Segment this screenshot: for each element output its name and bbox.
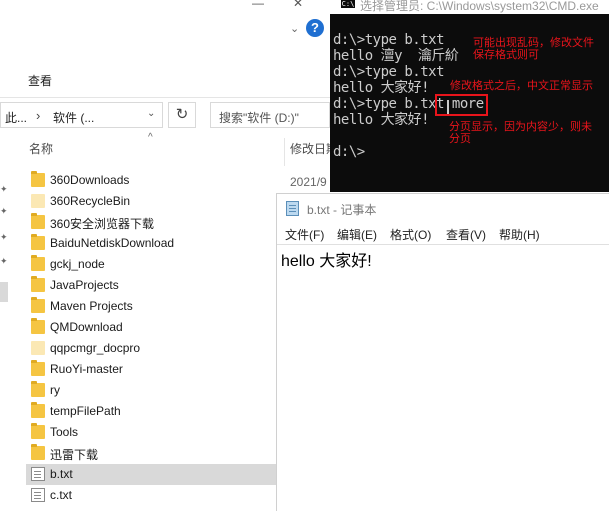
file-list-item[interactable]: ry — [26, 380, 276, 401]
text-file-icon — [31, 467, 45, 481]
modified-date-cell: 2021/9 — [290, 175, 327, 189]
more-highlight-box — [435, 94, 488, 116]
file-name: JavaProjects — [50, 278, 119, 292]
pin-icon[interactable]: ✦ — [0, 232, 8, 243]
close-icon[interactable]: ✕ — [278, 0, 318, 10]
cmd-window-title: 选择管理员: C:\Windows\system32\CMD.exe — [360, 0, 599, 13]
column-header-name[interactable]: 名称 — [29, 140, 53, 164]
folder-icon — [31, 255, 45, 271]
text-cursor — [447, 100, 449, 114]
file-name: qqpcmgr_docpro — [50, 341, 141, 355]
cmd-output-line: d:\>type b.txt — [333, 64, 445, 80]
file-name: gckj_node — [50, 257, 105, 271]
file-name: QMDownload — [50, 320, 123, 334]
file-list-item[interactable]: b.txt — [26, 464, 276, 485]
menu-help[interactable]: 帮助(H) — [499, 226, 540, 243]
file-list-item[interactable]: Maven Projects — [26, 296, 276, 317]
notepad-title-bar[interactable]: b.txt - 记事本 — [277, 194, 609, 222]
notepad-menu-bar: 文件(F) 编辑(E) 格式(O) 查看(V) 帮助(H) — [277, 222, 609, 244]
cmd-title-bar[interactable]: C:\ 选择管理员: C:\Windows\system32\CMD.exe — [330, 0, 609, 14]
pin-icon[interactable]: ✦ — [0, 206, 8, 217]
file-name: 360Downloads — [50, 173, 130, 187]
file-list: 360Downloads 360RecycleBin 360安全浏览器下载 Baidu… — [26, 170, 276, 506]
file-list-item[interactable]: RuoYi-master — [26, 359, 276, 380]
folder-icon — [31, 423, 45, 439]
annotation-encoding-fixed: 修改格式之后，中文正常显示 — [450, 79, 593, 92]
folder-icon — [31, 444, 45, 460]
folder-icon — [31, 360, 45, 376]
file-list-item[interactable]: qqpcmgr_docpro — [26, 338, 276, 359]
pin-icon[interactable]: ✦ — [0, 256, 8, 267]
file-name: ry — [50, 383, 60, 397]
file-list-item[interactable]: 360安全浏览器下载 — [26, 212, 276, 233]
refresh-button[interactable]: ↻ — [168, 102, 196, 128]
breadcrumb-separator-icon: › — [36, 108, 41, 123]
cmd-window[interactable]: C:\ 选择管理员: C:\Windows\system32\CMD.exe d… — [330, 0, 609, 192]
file-name: 迅雷下载 — [50, 448, 99, 462]
file-list-item[interactable]: 360Downloads — [26, 170, 276, 191]
file-name: 360安全浏览器下载 — [50, 217, 155, 231]
file-list-item[interactable]: 360RecycleBin — [26, 191, 276, 212]
nav-selected-item[interactable] — [0, 282, 8, 302]
annotation-paging-2: 分页 — [449, 132, 471, 145]
tab-view[interactable]: 查看 — [28, 72, 52, 89]
breadcrumb-this-pc[interactable]: 此... — [5, 109, 27, 126]
address-row: 此... › 软件 (... ⌄ ↻ 搜索"软件 (D:)" — [0, 98, 330, 134]
folder-icon — [31, 381, 45, 397]
annotation-garbled-2: 保存格式则可 — [473, 48, 539, 61]
ribbon-expand-chevron-icon[interactable]: ⌄ — [290, 22, 299, 35]
search-placeholder: 搜索"软件 (D:)" — [219, 111, 299, 125]
file-list-item[interactable]: tempFilePath — [26, 401, 276, 422]
file-list-item[interactable]: JavaProjects — [26, 275, 276, 296]
pin-icon[interactable]: ✦ — [0, 184, 8, 195]
cmd-output-line: hello 澶у 瀹斤紒 — [333, 48, 459, 64]
address-bar[interactable]: 此... › 软件 (... ⌄ — [0, 102, 163, 128]
notepad-window[interactable]: b.txt - 记事本 文件(F) 编辑(E) 格式(O) 查看(V) 帮助(H… — [276, 193, 609, 511]
file-list-item[interactable]: QMDownload — [26, 317, 276, 338]
menu-edit[interactable]: 编辑(E) — [337, 226, 377, 243]
file-name: Maven Projects — [50, 299, 133, 313]
folder-icon — [31, 234, 45, 250]
folder-icon — [31, 213, 45, 229]
notepad-text-area[interactable]: hello 大家好! — [277, 244, 609, 511]
file-name: Tools — [50, 425, 79, 439]
folder-icon — [31, 318, 45, 334]
navigation-pane[interactable]: ✦ ✦ ✦ ✦ — [0, 134, 12, 511]
breadcrumb-drive-d[interactable]: 软件 (... — [53, 109, 94, 126]
file-list-item[interactable]: BaiduNetdiskDownload — [26, 233, 276, 254]
file-name: 360RecycleBin — [50, 194, 131, 208]
file-name: c.txt — [50, 488, 73, 502]
sort-ascending-icon: ^ — [148, 132, 153, 143]
file-name: tempFilePath — [50, 404, 121, 418]
address-dropdown-icon[interactable]: ⌄ — [147, 108, 155, 119]
file-list-item[interactable]: gckj_node — [26, 254, 276, 275]
notepad-icon — [286, 201, 299, 216]
folder-icon — [31, 194, 45, 208]
menu-view[interactable]: 查看(V) — [446, 226, 486, 243]
file-name: BaiduNetdiskDownload — [50, 236, 175, 250]
file-name: b.txt — [50, 467, 73, 481]
notepad-window-title: b.txt - 记事本 — [307, 203, 377, 217]
menu-file[interactable]: 文件(F) — [285, 226, 324, 243]
cmd-output-line: d:\> — [333, 144, 365, 160]
cmd-app-icon: C:\ — [341, 0, 355, 8]
help-icon[interactable]: ? — [306, 19, 324, 37]
folder-icon — [31, 297, 45, 313]
ribbon: 查看 — [0, 40, 330, 98]
file-name: RuoYi-master — [50, 362, 123, 376]
notepad-content: hello 大家好! — [281, 253, 372, 270]
menu-format[interactable]: 格式(O) — [390, 226, 431, 243]
text-file-icon — [31, 488, 45, 502]
minimize-button[interactable]: — — [238, 0, 278, 10]
folder-icon — [31, 276, 45, 292]
file-list-item[interactable]: c.txt — [26, 485, 276, 506]
folder-icon — [31, 171, 45, 187]
column-divider[interactable] — [284, 138, 285, 166]
search-input[interactable]: 搜索"软件 (D:)" — [210, 102, 330, 128]
folder-icon — [31, 341, 45, 355]
folder-icon — [31, 402, 45, 418]
file-list-item[interactable]: 迅雷下载 — [26, 443, 276, 464]
file-list-item[interactable]: Tools — [26, 422, 276, 443]
